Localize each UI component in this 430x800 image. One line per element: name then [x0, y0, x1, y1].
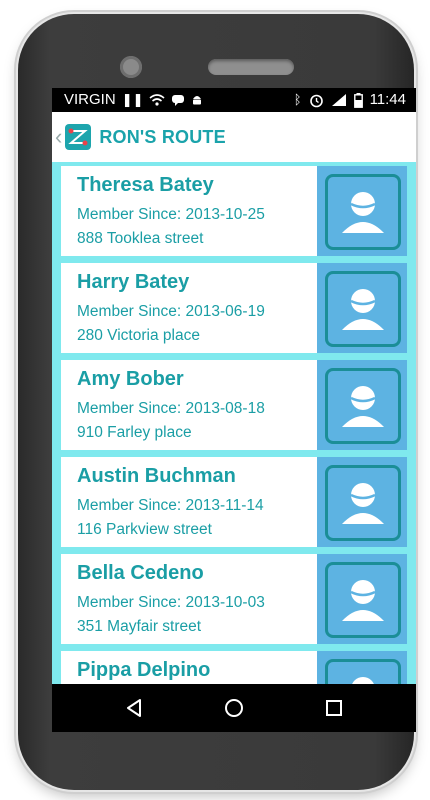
member-name: Harry Batey [77, 271, 190, 293]
member-name: Austin Buchman [77, 465, 236, 487]
member-card[interactable]: Bella Cedeno Member Since: 2013-10-03 35… [61, 554, 407, 644]
member-since: Member Since: 2013-08-18 [77, 400, 265, 417]
avatar-placeholder-icon [325, 271, 401, 347]
member-card[interactable]: Theresa Batey Member Since: 2013-10-25 8… [61, 166, 407, 256]
android-icon [193, 96, 202, 105]
carrier-label: VIRGIN [64, 91, 116, 108]
back-icon[interactable] [122, 696, 146, 720]
action-bar: ‹ RON'S ROUTE [52, 112, 416, 162]
member-address: 116 Parkview street [77, 521, 212, 538]
avatar-placeholder-icon [325, 174, 401, 250]
member-address: 280 Victoria place [77, 327, 200, 344]
member-list[interactable]: Theresa Batey Member Since: 2013-10-25 8… [52, 162, 416, 684]
member-photo[interactable] [317, 651, 407, 684]
member-photo[interactable] [317, 263, 407, 353]
member-card[interactable]: Amy Bober Member Since: 2013-08-18 910 F… [61, 360, 407, 450]
earpiece-speaker [208, 59, 294, 75]
navigation-bar [52, 684, 416, 732]
member-address: 910 Farley place [77, 424, 192, 441]
app-title: RON'S ROUTE [99, 126, 226, 147]
member-address: 888 Tooklea street [77, 230, 204, 247]
alarm-icon [309, 94, 323, 107]
home-icon[interactable] [222, 696, 246, 720]
phone-frame: VIRGIN ❚❚ ᛒ 11:44 ‹ RON'S ROUTE Theresa … [18, 14, 416, 790]
member-photo[interactable] [317, 457, 407, 547]
member-photo[interactable] [317, 554, 407, 644]
member-card[interactable]: Pippa Delpino [61, 651, 407, 684]
member-name: Pippa Delpino [77, 659, 211, 681]
recents-icon[interactable] [322, 696, 346, 720]
member-since: Member Since: 2013-06-19 [77, 303, 265, 320]
front-camera [120, 56, 142, 78]
member-card[interactable]: Harry Batey Member Since: 2013-06-19 280… [61, 263, 407, 353]
member-address: 351 Mayfair street [77, 618, 202, 635]
wifi-icon [149, 94, 166, 106]
message-icon [172, 95, 185, 106]
avatar-placeholder-icon [325, 368, 401, 444]
avatar-placeholder-icon [325, 659, 401, 684]
status-bar: VIRGIN ❚❚ ᛒ 11:44 [52, 88, 416, 112]
member-photo[interactable] [317, 166, 407, 256]
member-card[interactable]: Austin Buchman Member Since: 2013-11-14 … [61, 457, 407, 547]
avatar-placeholder-icon [325, 562, 401, 638]
member-name: Bella Cedeno [77, 562, 204, 584]
clock-time: 11:44 [369, 91, 406, 108]
member-since: Member Since: 2013-11-14 [77, 497, 264, 514]
avatar-placeholder-icon [325, 465, 401, 541]
pause-icon: ❚❚ [121, 92, 144, 107]
route-app-icon[interactable] [65, 124, 92, 150]
member-since: Member Since: 2013-10-03 [77, 594, 265, 611]
screen: VIRGIN ❚❚ ᛒ 11:44 ‹ RON'S ROUTE Theresa … [52, 88, 416, 732]
member-photo[interactable] [317, 360, 407, 450]
up-chevron-icon[interactable]: ‹ [55, 112, 62, 162]
member-name: Theresa Batey [77, 174, 214, 196]
member-since: Member Since: 2013-10-25 [77, 206, 265, 223]
bluetooth-icon: ᛒ [293, 92, 302, 107]
battery-icon [353, 92, 363, 108]
signal-icon [331, 94, 346, 106]
member-name: Amy Bober [77, 368, 184, 390]
